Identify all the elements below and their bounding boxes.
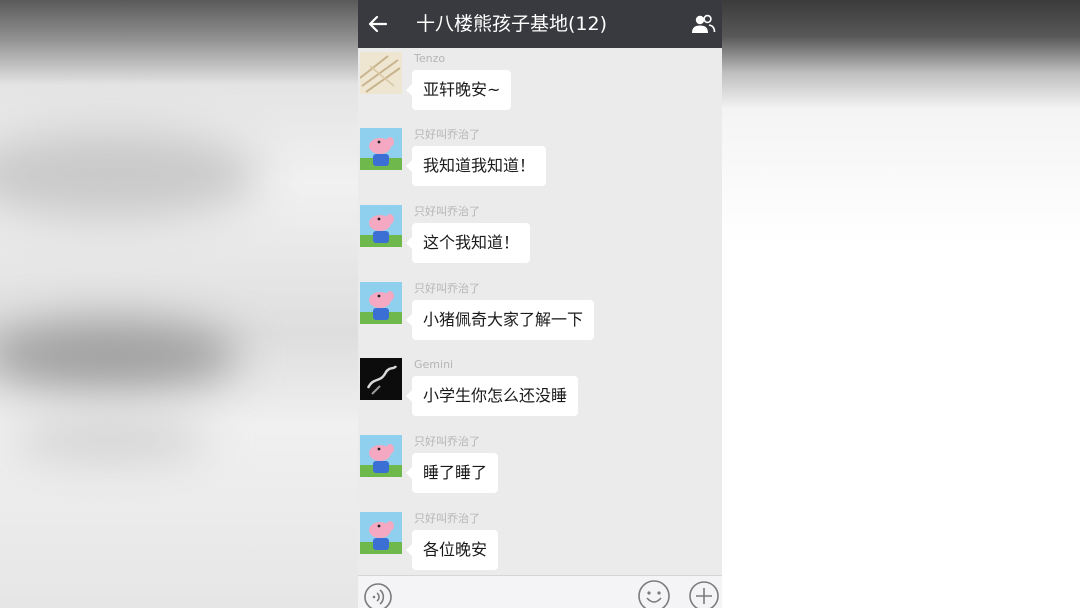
message-bubble[interactable]: 睡了睡了 [405,453,499,493]
peppa-pig-avatar[interactable] [360,435,402,477]
sender-name: 只好叫乔治了 [414,282,480,295]
sender-name: 只好叫乔治了 [414,435,480,448]
message-item: 只好叫乔治了 各位晚安 [358,510,722,582]
peppa-pig-avatar[interactable] [360,205,402,247]
sender-name: 只好叫乔治了 [414,512,480,525]
message-bubble[interactable]: 小猪佩奇大家了解一下 [405,300,595,340]
message-bubble[interactable]: 小学生你怎么还没睡 [405,376,579,416]
message-item: Tenzo 亚轩晚安~ [358,50,722,122]
chat-title: 十八楼熊孩子基地(12) [416,13,608,35]
sender-name: 只好叫乔治了 [414,205,480,218]
group-members-icon[interactable] [690,13,716,35]
message-bubble[interactable]: 亚轩晚安~ [405,70,512,110]
emoji-icon[interactable] [637,579,671,608]
message-item: Gemini 小学生你怎么还没睡 [358,356,722,428]
input-bar [358,575,722,608]
plus-icon[interactable] [688,580,720,608]
beige-sketch-avatar[interactable] [360,52,402,94]
message-bubble[interactable]: 这个我知道！ [405,223,531,263]
message-bubble[interactable]: 各位晚安 [405,530,499,570]
voice-icon[interactable] [363,582,393,608]
backdrop-left [0,0,358,608]
message-list: Tenzo 亚轩晚安~ 只好叫乔治了 我知道我知道！ 只好叫乔治了 这个我知道！… [358,48,722,578]
sender-name: Tenzo [414,52,446,65]
message-item: 只好叫乔治了 小猪佩奇大家了解一下 [358,280,722,352]
backdrop-right [722,0,1080,608]
dark-photo-avatar[interactable] [360,358,402,400]
sender-name: Gemini [414,358,454,371]
sender-name: 只好叫乔治了 [414,128,480,141]
peppa-pig-avatar[interactable] [360,512,402,554]
peppa-pig-avatar[interactable] [360,282,402,324]
message-item: 只好叫乔治了 这个我知道！ [358,203,722,275]
message-bubble[interactable]: 我知道我知道！ [405,146,547,186]
peppa-pig-avatar[interactable] [360,128,402,170]
message-item: 只好叫乔治了 我知道我知道！ [358,126,722,198]
chat-screen: 十八楼熊孩子基地(12) Tenzo 亚轩晚安~ 只好叫乔治了 我知道我知道！ … [358,0,722,608]
header-bar: 十八楼熊孩子基地(12) [358,0,722,48]
message-item: 只好叫乔治了 睡了睡了 [358,433,722,505]
arrow-left-icon[interactable] [366,12,390,36]
